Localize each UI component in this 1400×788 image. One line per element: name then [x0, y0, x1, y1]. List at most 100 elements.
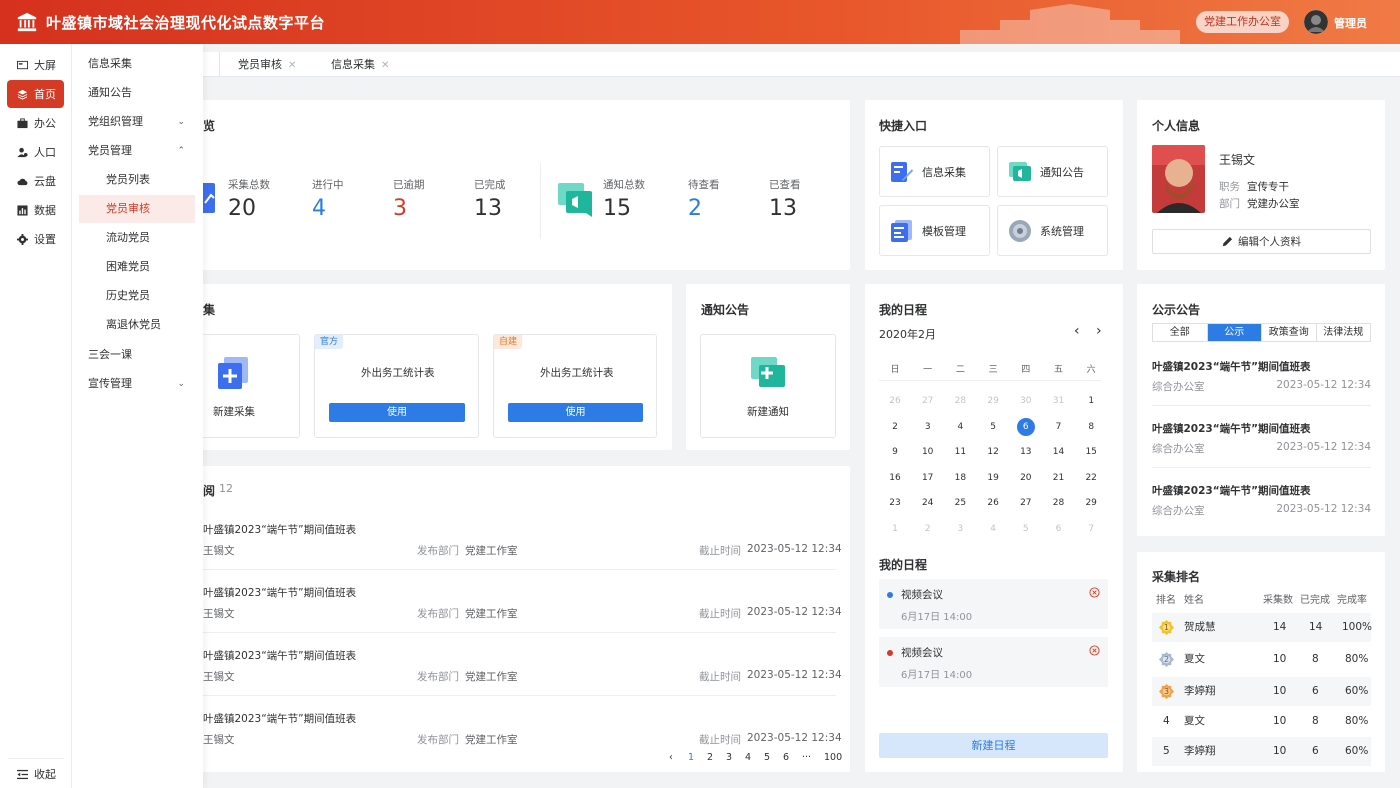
calendar-day[interactable]: 28	[950, 392, 970, 410]
submenu-info-collect[interactable]: 信息采集	[79, 50, 195, 78]
rail-item-home[interactable]: 首页	[7, 80, 64, 108]
tab-all[interactable]: 全部	[1153, 324, 1208, 341]
pager-page[interactable]: 1	[688, 752, 694, 763]
tab-publicity[interactable]: 公示	[1207, 324, 1262, 341]
office-badge[interactable]: 党建工作办公室	[1196, 11, 1289, 33]
calendar-day[interactable]: 26	[885, 392, 905, 410]
quick-notice[interactable]: 通知公告	[997, 146, 1108, 197]
close-icon[interactable]: ✕	[381, 60, 389, 71]
ranking-row[interactable]: 4 夏文 10 8 80%	[1152, 707, 1371, 736]
calendar-day[interactable]: 19	[983, 469, 1003, 487]
calendar-day[interactable]: 5	[983, 418, 1003, 436]
calendar-day[interactable]: 5	[1016, 520, 1036, 538]
submenu-needy-member[interactable]: 困难党员	[79, 253, 195, 281]
tab-member-review[interactable]: 党员审核 ✕	[238, 52, 296, 77]
submenu-member-mgmt[interactable]: 党员管理 ⌃	[79, 137, 195, 165]
calendar-day[interactable]: 30	[1016, 392, 1036, 410]
schedule-item[interactable]: 视频会议 6月17日 14:00	[879, 579, 1108, 629]
calendar-day[interactable]: 13	[1016, 443, 1036, 461]
calendar-day[interactable]: 3	[950, 520, 970, 538]
ranking-row[interactable]: 3 李婷翔 10 6 60%	[1152, 677, 1371, 706]
calendar-day[interactable]: 29	[983, 392, 1003, 410]
submenu-three-meetings[interactable]: 三会一课	[79, 341, 195, 369]
calendar-day[interactable]: 3	[918, 418, 938, 436]
calendar-day[interactable]: 16	[885, 469, 905, 487]
new-notice-tile[interactable]: 新建通知	[700, 334, 836, 438]
pager-page[interactable]: 6	[783, 752, 789, 763]
tab-current[interactable]	[203, 52, 220, 77]
calendar-day[interactable]: 15	[1081, 443, 1101, 461]
calendar-day-today[interactable]: 6	[1016, 417, 1035, 436]
calendar-day[interactable]: 17	[918, 469, 938, 487]
submenu-notice[interactable]: 通知公告	[79, 79, 195, 107]
calendar-day[interactable]: 25	[950, 494, 970, 512]
calendar-day[interactable]: 6	[1049, 520, 1069, 538]
collapse-button[interactable]: 收起	[7, 764, 64, 784]
public-notice-item-title[interactable]: 叶盛镇2023“端午节”期间值班表	[1152, 359, 1311, 374]
tab-law[interactable]: 法律法规	[1317, 324, 1371, 341]
new-schedule-button[interactable]: 新建日程	[879, 733, 1108, 758]
pending-item-title[interactable]: 叶盛镇2023“端午节”期间值班表	[203, 648, 356, 663]
pager-page[interactable]: 2	[707, 752, 713, 763]
schedule-item[interactable]: 视频会议 6月17日 14:00	[879, 637, 1108, 687]
user-name[interactable]: 管理员	[1334, 15, 1367, 31]
calendar-day[interactable]: 4	[950, 418, 970, 436]
calendar-day[interactable]: 22	[1081, 469, 1101, 487]
ranking-row[interactable]: 1 贺成慧 14 14 100%	[1152, 613, 1372, 642]
rail-item-office[interactable]: 办公	[7, 109, 64, 137]
calendar-day[interactable]: 27	[918, 392, 938, 410]
calendar-day[interactable]: 14	[1049, 443, 1069, 461]
calendar-day[interactable]: 7	[1081, 520, 1101, 538]
pager-page[interactable]: 4	[745, 752, 751, 763]
calendar-day[interactable]: 7	[1049, 418, 1069, 436]
use-button[interactable]: 使用	[508, 403, 643, 422]
pending-item-title[interactable]: 叶盛镇2023“端午节”期间值班表	[203, 522, 356, 537]
pending-item-title[interactable]: 叶盛镇2023“端午节”期间值班表	[203, 711, 356, 726]
submenu-history-member[interactable]: 历史党员	[79, 282, 195, 310]
rail-item-settings[interactable]: 设置	[7, 225, 64, 253]
pager-prev[interactable]: ‹	[669, 752, 673, 763]
pending-item-title[interactable]: 叶盛镇2023“端午节”期间值班表	[203, 585, 356, 600]
pager-page[interactable]: 100	[824, 752, 842, 763]
calendar-day[interactable]: 28	[1049, 494, 1069, 512]
rail-item-population[interactable]: 人口	[7, 138, 64, 166]
calendar-day[interactable]: 20	[1016, 469, 1036, 487]
calendar-next-button[interactable]: ›	[1096, 323, 1102, 339]
calendar-prev-button[interactable]: ‹	[1074, 323, 1080, 339]
calendar-day[interactable]: 8	[1081, 418, 1101, 436]
submenu-member-review[interactable]: 党员审核	[79, 195, 195, 223]
calendar-day[interactable]: 21	[1049, 469, 1069, 487]
calendar-day[interactable]: 31	[1049, 392, 1069, 410]
close-circle-icon[interactable]	[1089, 587, 1100, 598]
calendar-day[interactable]: 29	[1081, 494, 1101, 512]
submenu-publicity[interactable]: 宣传管理 ⌄	[79, 370, 195, 398]
public-notice-item-title[interactable]: 叶盛镇2023“端午节”期间值班表	[1152, 483, 1311, 498]
calendar-day[interactable]: 10	[918, 443, 938, 461]
submenu-floating-member[interactable]: 流动党员	[79, 224, 195, 252]
calendar-day[interactable]: 23	[885, 494, 905, 512]
tab-info-collect[interactable]: 信息采集 ✕	[331, 52, 389, 77]
pager-page[interactable]: 5	[764, 752, 770, 763]
user-avatar[interactable]	[1304, 10, 1328, 34]
submenu-party-org[interactable]: 党组织管理 ⌄	[79, 108, 195, 136]
calendar-day[interactable]: 18	[950, 469, 970, 487]
close-circle-icon[interactable]	[1089, 645, 1100, 656]
calendar-day[interactable]: 11	[950, 443, 970, 461]
submenu-retired-member[interactable]: 离退休党员	[79, 311, 195, 339]
ranking-row[interactable]: 5 李婷翔 10 6 60%	[1152, 737, 1371, 766]
pager-ellipsis[interactable]: ···	[802, 752, 811, 763]
use-button[interactable]: 使用	[329, 403, 465, 422]
pager-page[interactable]: 3	[726, 752, 732, 763]
calendar-day[interactable]: 2	[885, 418, 905, 436]
edit-profile-button[interactable]: 编辑个人资料	[1152, 229, 1371, 254]
rail-item-screen[interactable]: 大屏	[7, 51, 64, 79]
calendar-day[interactable]: 27	[1016, 494, 1036, 512]
quick-info-collect[interactable]: 信息采集	[879, 146, 990, 197]
calendar-day[interactable]: 24	[918, 494, 938, 512]
calendar-day[interactable]: 9	[885, 443, 905, 461]
rail-item-data[interactable]: 数据	[7, 196, 64, 224]
quick-template[interactable]: 模板管理	[879, 205, 990, 256]
rail-item-cloud[interactable]: 云盘	[7, 167, 64, 195]
public-notice-item-title[interactable]: 叶盛镇2023“端午节”期间值班表	[1152, 421, 1311, 436]
close-icon[interactable]: ✕	[288, 60, 296, 71]
